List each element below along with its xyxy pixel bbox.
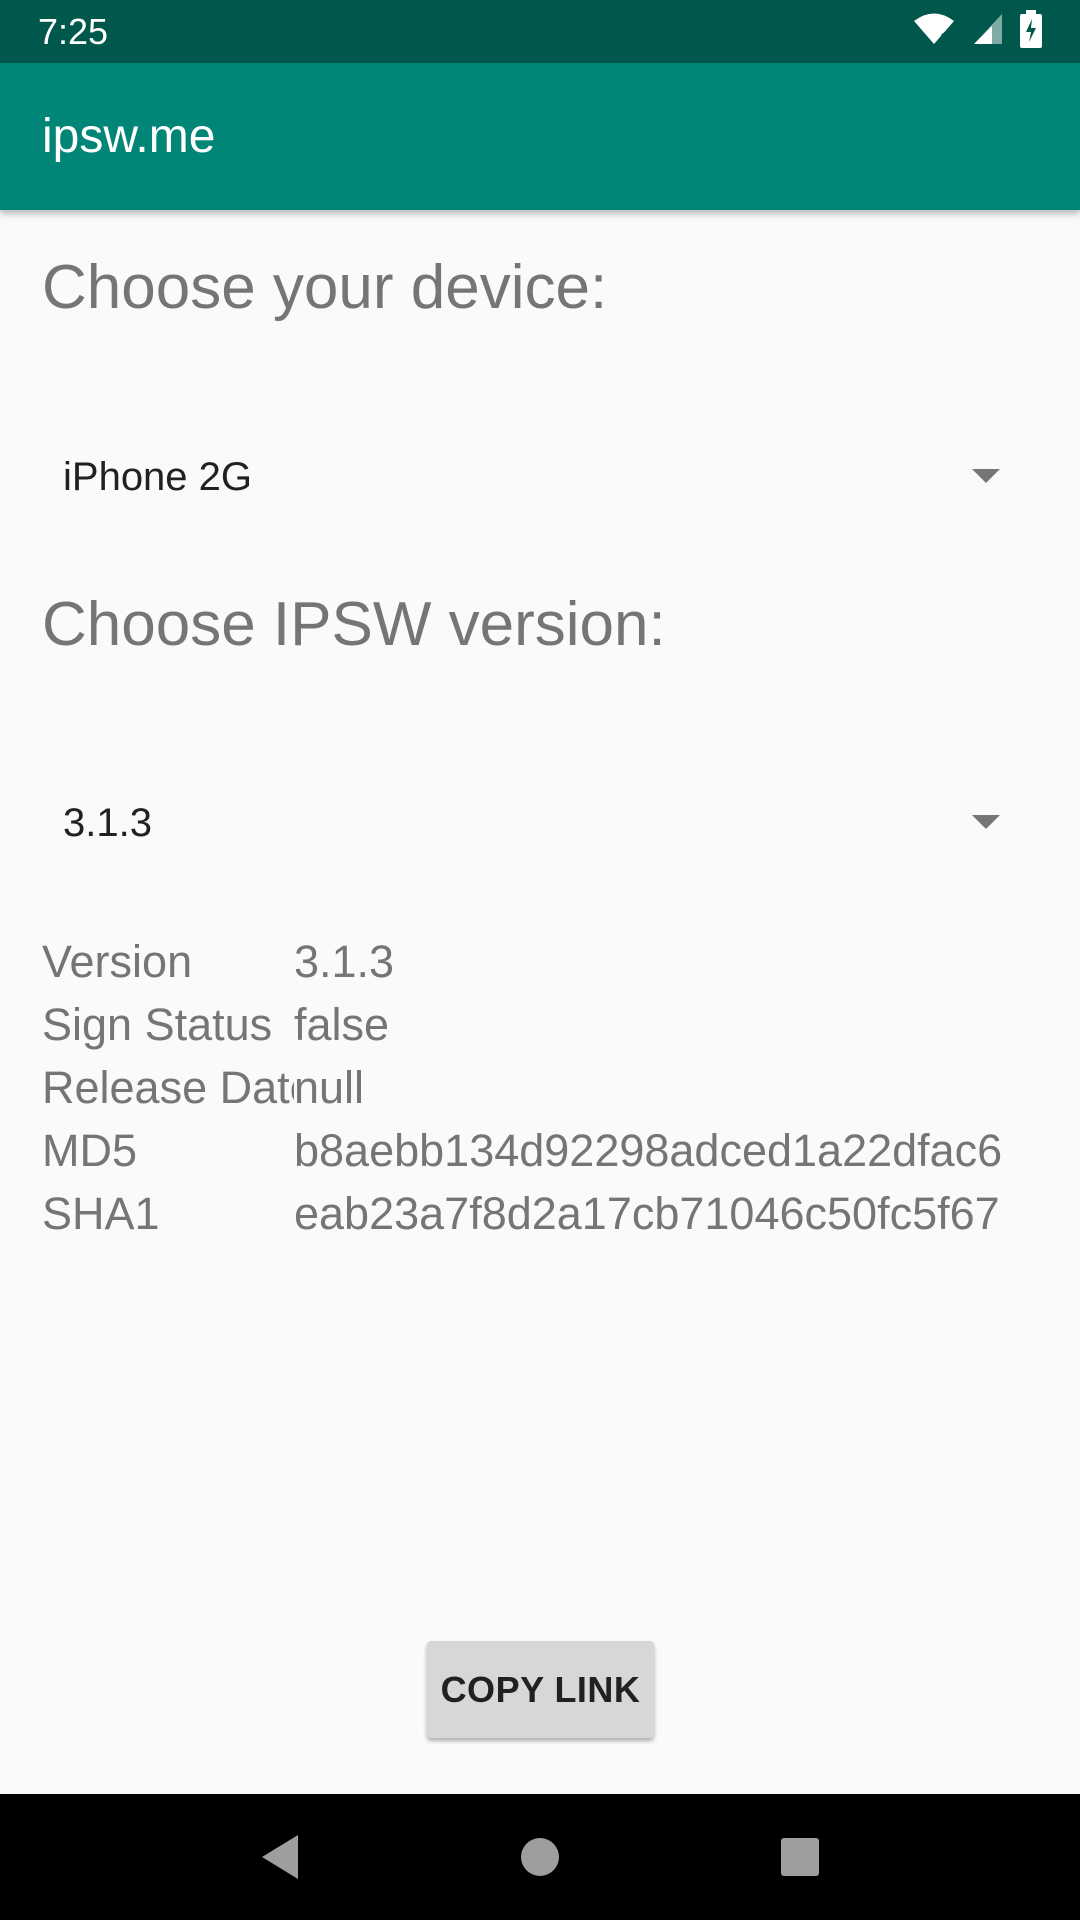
navigation-bar: [0, 1794, 1080, 1920]
detail-value: 3.1.3: [294, 935, 395, 987]
version-spinner[interactable]: 3.1.3: [42, 773, 1032, 873]
status-time: 7:25: [38, 10, 109, 52]
detail-value: null: [294, 1061, 365, 1113]
detail-value: false: [294, 998, 390, 1050]
cellular-signal-icon: [972, 12, 1004, 51]
dropdown-arrow-icon: [972, 469, 1000, 483]
ipsw-details: Version 3.1.3 Sign Status false Release …: [42, 930, 1002, 1245]
device-spinner[interactable]: iPhone 2G: [42, 427, 1032, 527]
detail-label: Sign Status: [42, 998, 273, 1050]
detail-label: Release Date: [42, 1061, 294, 1113]
detail-row-md5: MD5 b8aebb134d92298adced1a22dfac6: [42, 1119, 1002, 1182]
detail-value: eab23a7f8d2a17cb71046c50fc5f67: [294, 1187, 1000, 1239]
detail-row-version: Version 3.1.3: [42, 930, 1002, 993]
detail-row-release-date: Release Date null: [42, 1056, 1002, 1119]
recents-icon[interactable]: [760, 1817, 840, 1897]
version-heading: Choose IPSW version:: [42, 590, 666, 659]
back-icon[interactable]: [240, 1817, 320, 1897]
home-icon[interactable]: [500, 1817, 580, 1897]
wifi-icon: [912, 12, 956, 51]
version-spinner-value: 3.1.3: [63, 800, 152, 845]
detail-label: Version: [42, 935, 193, 987]
copy-link-button[interactable]: COPY LINK: [427, 1641, 654, 1738]
detail-row-sign-status: Sign Status false: [42, 993, 1002, 1056]
detail-label: SHA1: [42, 1187, 160, 1239]
device-heading: Choose your device:: [42, 253, 608, 322]
status-icons: [912, 10, 1042, 53]
status-bar: 7:25: [0, 0, 1080, 63]
detail-label: MD5: [42, 1124, 138, 1176]
app-title: ipsw.me: [42, 110, 216, 163]
dropdown-arrow-icon: [972, 815, 1000, 829]
app-bar: ipsw.me: [0, 63, 1080, 210]
device-spinner-value: iPhone 2G: [63, 454, 253, 499]
detail-value: b8aebb134d92298adced1a22dfac6: [294, 1124, 1003, 1176]
battery-charging-icon: [1020, 10, 1042, 53]
detail-row-sha1: SHA1 eab23a7f8d2a17cb71046c50fc5f67: [42, 1182, 1002, 1245]
